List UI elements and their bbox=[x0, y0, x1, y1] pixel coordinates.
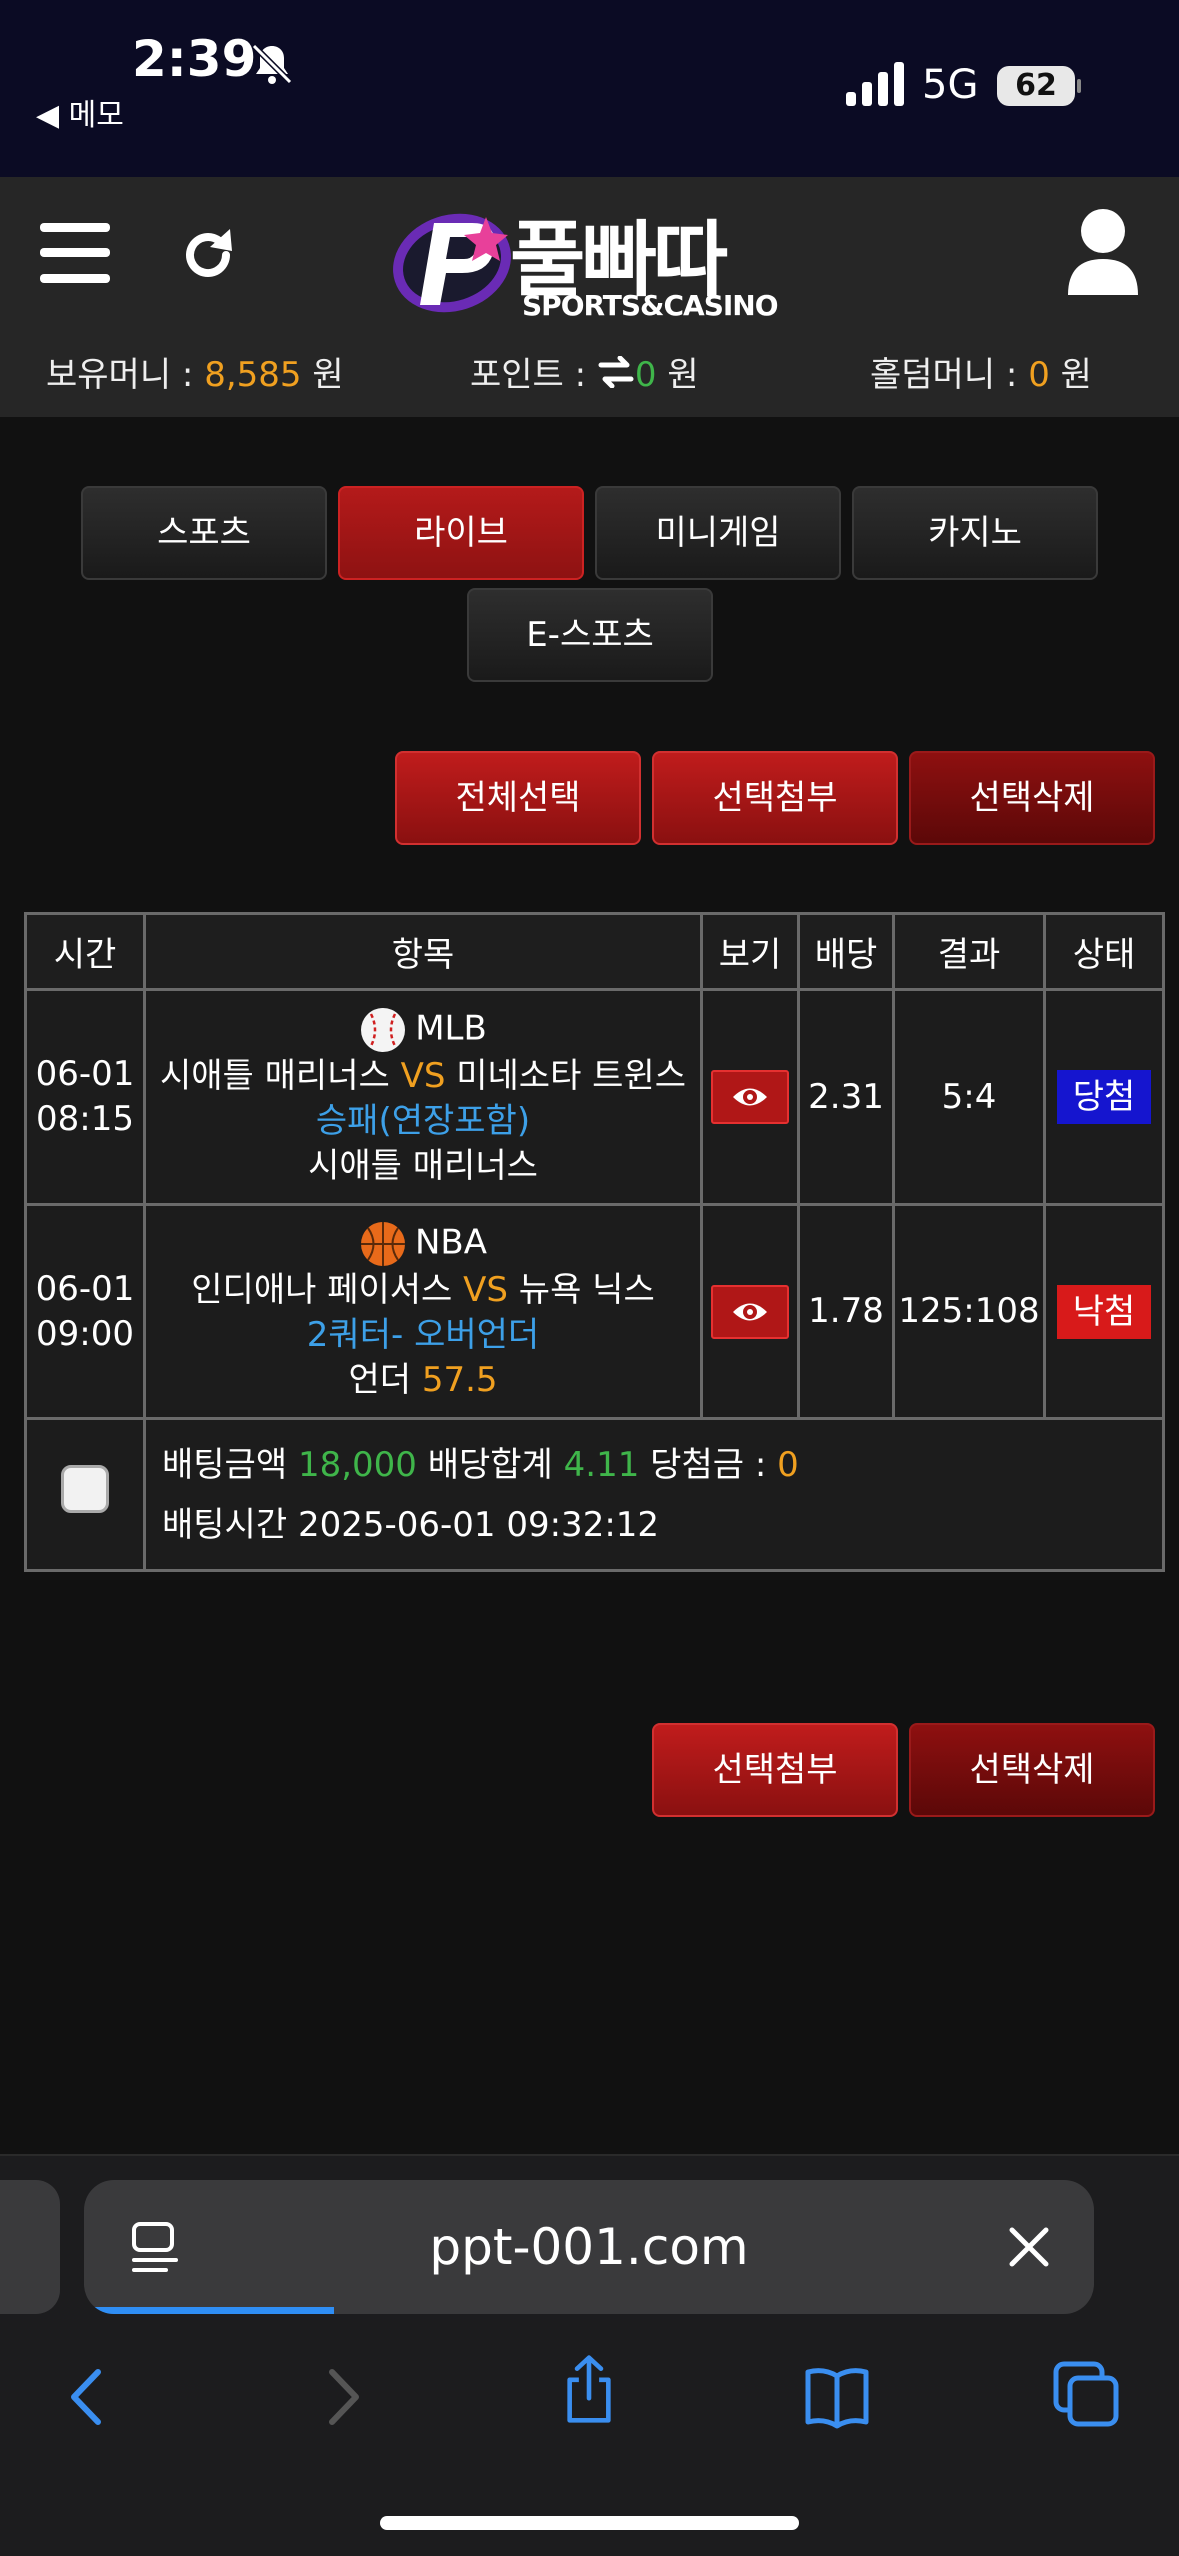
summary-amounts: 배팅금액 18,000 배당합계 4.11 당첨금 : 0 bbox=[162, 1444, 799, 1485]
bet-result: 5:4 bbox=[892, 988, 1046, 1206]
summary-time: 배팅시간 2025-06-01 09:32:12 bbox=[162, 1504, 660, 1545]
bet-item: MLB 시애틀 매리너스 VS 미네소타 트윈스 승패(연장포함) 시애틀 매리… bbox=[143, 988, 703, 1206]
table-row: 06-01 09:00 NBA 인디애나 페이서스 VS 뉴욕 닉스 2쿼터- 오… bbox=[24, 1203, 1165, 1420]
market-line: 승패(연장포함) bbox=[315, 1100, 531, 1141]
previous-tab-preview[interactable] bbox=[0, 2180, 60, 2314]
status-time: 2:39 bbox=[132, 30, 257, 88]
bookmarks-icon[interactable] bbox=[802, 2362, 872, 2432]
view-bet-button[interactable] bbox=[711, 1070, 789, 1124]
balance-points: 포인트 : 0 원 bbox=[470, 355, 699, 395]
close-icon[interactable] bbox=[1004, 2222, 1054, 2272]
hamburger-menu-icon[interactable] bbox=[40, 223, 110, 283]
network-label: 5G bbox=[922, 62, 979, 108]
attach-selected-button-bottom[interactable]: 선택첨부 bbox=[652, 1723, 898, 1817]
tab-sports[interactable]: 스포츠 bbox=[81, 486, 327, 580]
status-badge: 당첨 bbox=[1057, 1070, 1151, 1124]
bet-summary-row: 배팅금액 18,000 배당합계 4.11 당첨금 : 0 배팅시간 2025-… bbox=[24, 1417, 1165, 1572]
bet-summary: 배팅금액 18,000 배당합계 4.11 당첨금 : 0 배팅시간 2025-… bbox=[143, 1417, 1165, 1572]
baseball-icon bbox=[361, 1007, 406, 1052]
basketball-icon bbox=[360, 1222, 405, 1266]
league-line: NBA bbox=[146, 1220, 700, 1268]
bet-result: 125:108 bbox=[892, 1203, 1046, 1420]
bet-history-table: 시간 항목 보기 배당 결과 상태 06-01 08:15 MLB 시애틀 매리너… bbox=[24, 912, 1165, 1572]
forward-arrow-icon[interactable] bbox=[306, 2362, 376, 2432]
browser-toolbar: ppt-001.com bbox=[0, 2154, 1179, 2556]
table-row: 06-01 08:15 MLB 시애틀 매리너스 VS 미네소타 트윈스 승패(연… bbox=[24, 988, 1165, 1206]
bet-time: 06-01 09:00 bbox=[24, 1203, 146, 1420]
logo-p-icon bbox=[393, 213, 511, 313]
url-text: ppt-001.com bbox=[429, 2218, 749, 2276]
signal-icon bbox=[846, 62, 904, 106]
table-header-row: 시간 항목 보기 배당 결과 상태 bbox=[24, 912, 1165, 991]
bell-muted-icon bbox=[251, 43, 293, 85]
market-line: 2쿼터- 오버언더 bbox=[306, 1315, 540, 1355]
header-time: 시간 bbox=[24, 912, 146, 991]
home-indicator[interactable] bbox=[380, 2516, 799, 2530]
refresh-icon[interactable] bbox=[178, 225, 238, 285]
header-view: 보기 bbox=[700, 912, 800, 991]
bet-odds: 2.31 bbox=[797, 988, 895, 1206]
eye-icon bbox=[733, 1088, 767, 1106]
match-line: 시애틀 매리너스 VS 미네소타 트윈스 bbox=[159, 1055, 687, 1096]
tab-esports[interactable]: E-스포츠 bbox=[467, 588, 713, 682]
balance-money: 보유머니 : 8,585 원 bbox=[46, 355, 344, 395]
eye-icon bbox=[733, 1303, 767, 1320]
balance-holdem: 홀덤머니 : 0 원 bbox=[870, 355, 1092, 395]
match-line: 인디애나 페이서스 VS 뉴욕 닉스 bbox=[191, 1270, 655, 1310]
battery-icon: 62 bbox=[997, 66, 1081, 106]
tab-live[interactable]: 라이브 bbox=[338, 486, 584, 580]
back-to-app-link[interactable]: ◀ 메모 bbox=[36, 90, 124, 134]
header-item: 항목 bbox=[143, 912, 703, 991]
bet-time: 06-01 08:15 bbox=[24, 988, 146, 1206]
delete-selected-button[interactable]: 선택삭제 bbox=[909, 751, 1155, 845]
header-result: 결과 bbox=[892, 912, 1046, 991]
bet-item: NBA 인디애나 페이서스 VS 뉴욕 닉스 2쿼터- 오버언더 언더 57.5 bbox=[143, 1203, 703, 1420]
site-logo[interactable]: 풀빠따 SPORTS&CASINO bbox=[390, 193, 790, 323]
page-load-progress bbox=[84, 2307, 334, 2314]
header-odds: 배당 bbox=[797, 912, 895, 991]
tab-minigame[interactable]: 미니게임 bbox=[595, 486, 841, 580]
share-icon[interactable] bbox=[554, 2354, 624, 2424]
back-arrow-icon[interactable] bbox=[54, 2362, 124, 2432]
status-bar: 2:39 ◀ 메모 5G 62 bbox=[0, 0, 1179, 177]
logo-subtitle: SPORTS&CASINO bbox=[522, 289, 779, 322]
pick-line: 시애틀 매리너스 bbox=[308, 1145, 538, 1186]
select-all-button[interactable]: 전체선택 bbox=[395, 751, 641, 845]
battery-level: 62 bbox=[1015, 68, 1057, 103]
pick-line: 언더 57.5 bbox=[348, 1360, 498, 1400]
balance-row: 보유머니 : 8,585 원 포인트 : 0 원 홀덤머니 : 0 원 bbox=[0, 347, 1179, 407]
attach-selected-button[interactable]: 선택첨부 bbox=[652, 751, 898, 845]
bet-odds: 1.78 bbox=[797, 1203, 895, 1420]
delete-selected-button-bottom[interactable]: 선택삭제 bbox=[909, 1723, 1155, 1817]
tab-casino[interactable]: 카지노 bbox=[852, 486, 1098, 580]
status-badge: 낙첨 bbox=[1057, 1284, 1151, 1339]
site-header: 풀빠따 SPORTS&CASINO 보유머니 : 8,585 원 포인트 : 0… bbox=[0, 177, 1179, 417]
league-line: MLB bbox=[146, 1006, 700, 1054]
user-icon[interactable] bbox=[1066, 205, 1140, 295]
exchange-icon[interactable] bbox=[597, 355, 635, 389]
tabs-icon[interactable] bbox=[1052, 2360, 1122, 2430]
bet-select-checkbox[interactable] bbox=[61, 1464, 109, 1513]
view-bet-button[interactable] bbox=[711, 1284, 789, 1339]
address-bar[interactable]: ppt-001.com bbox=[84, 2180, 1094, 2314]
header-status: 상태 bbox=[1043, 912, 1165, 991]
